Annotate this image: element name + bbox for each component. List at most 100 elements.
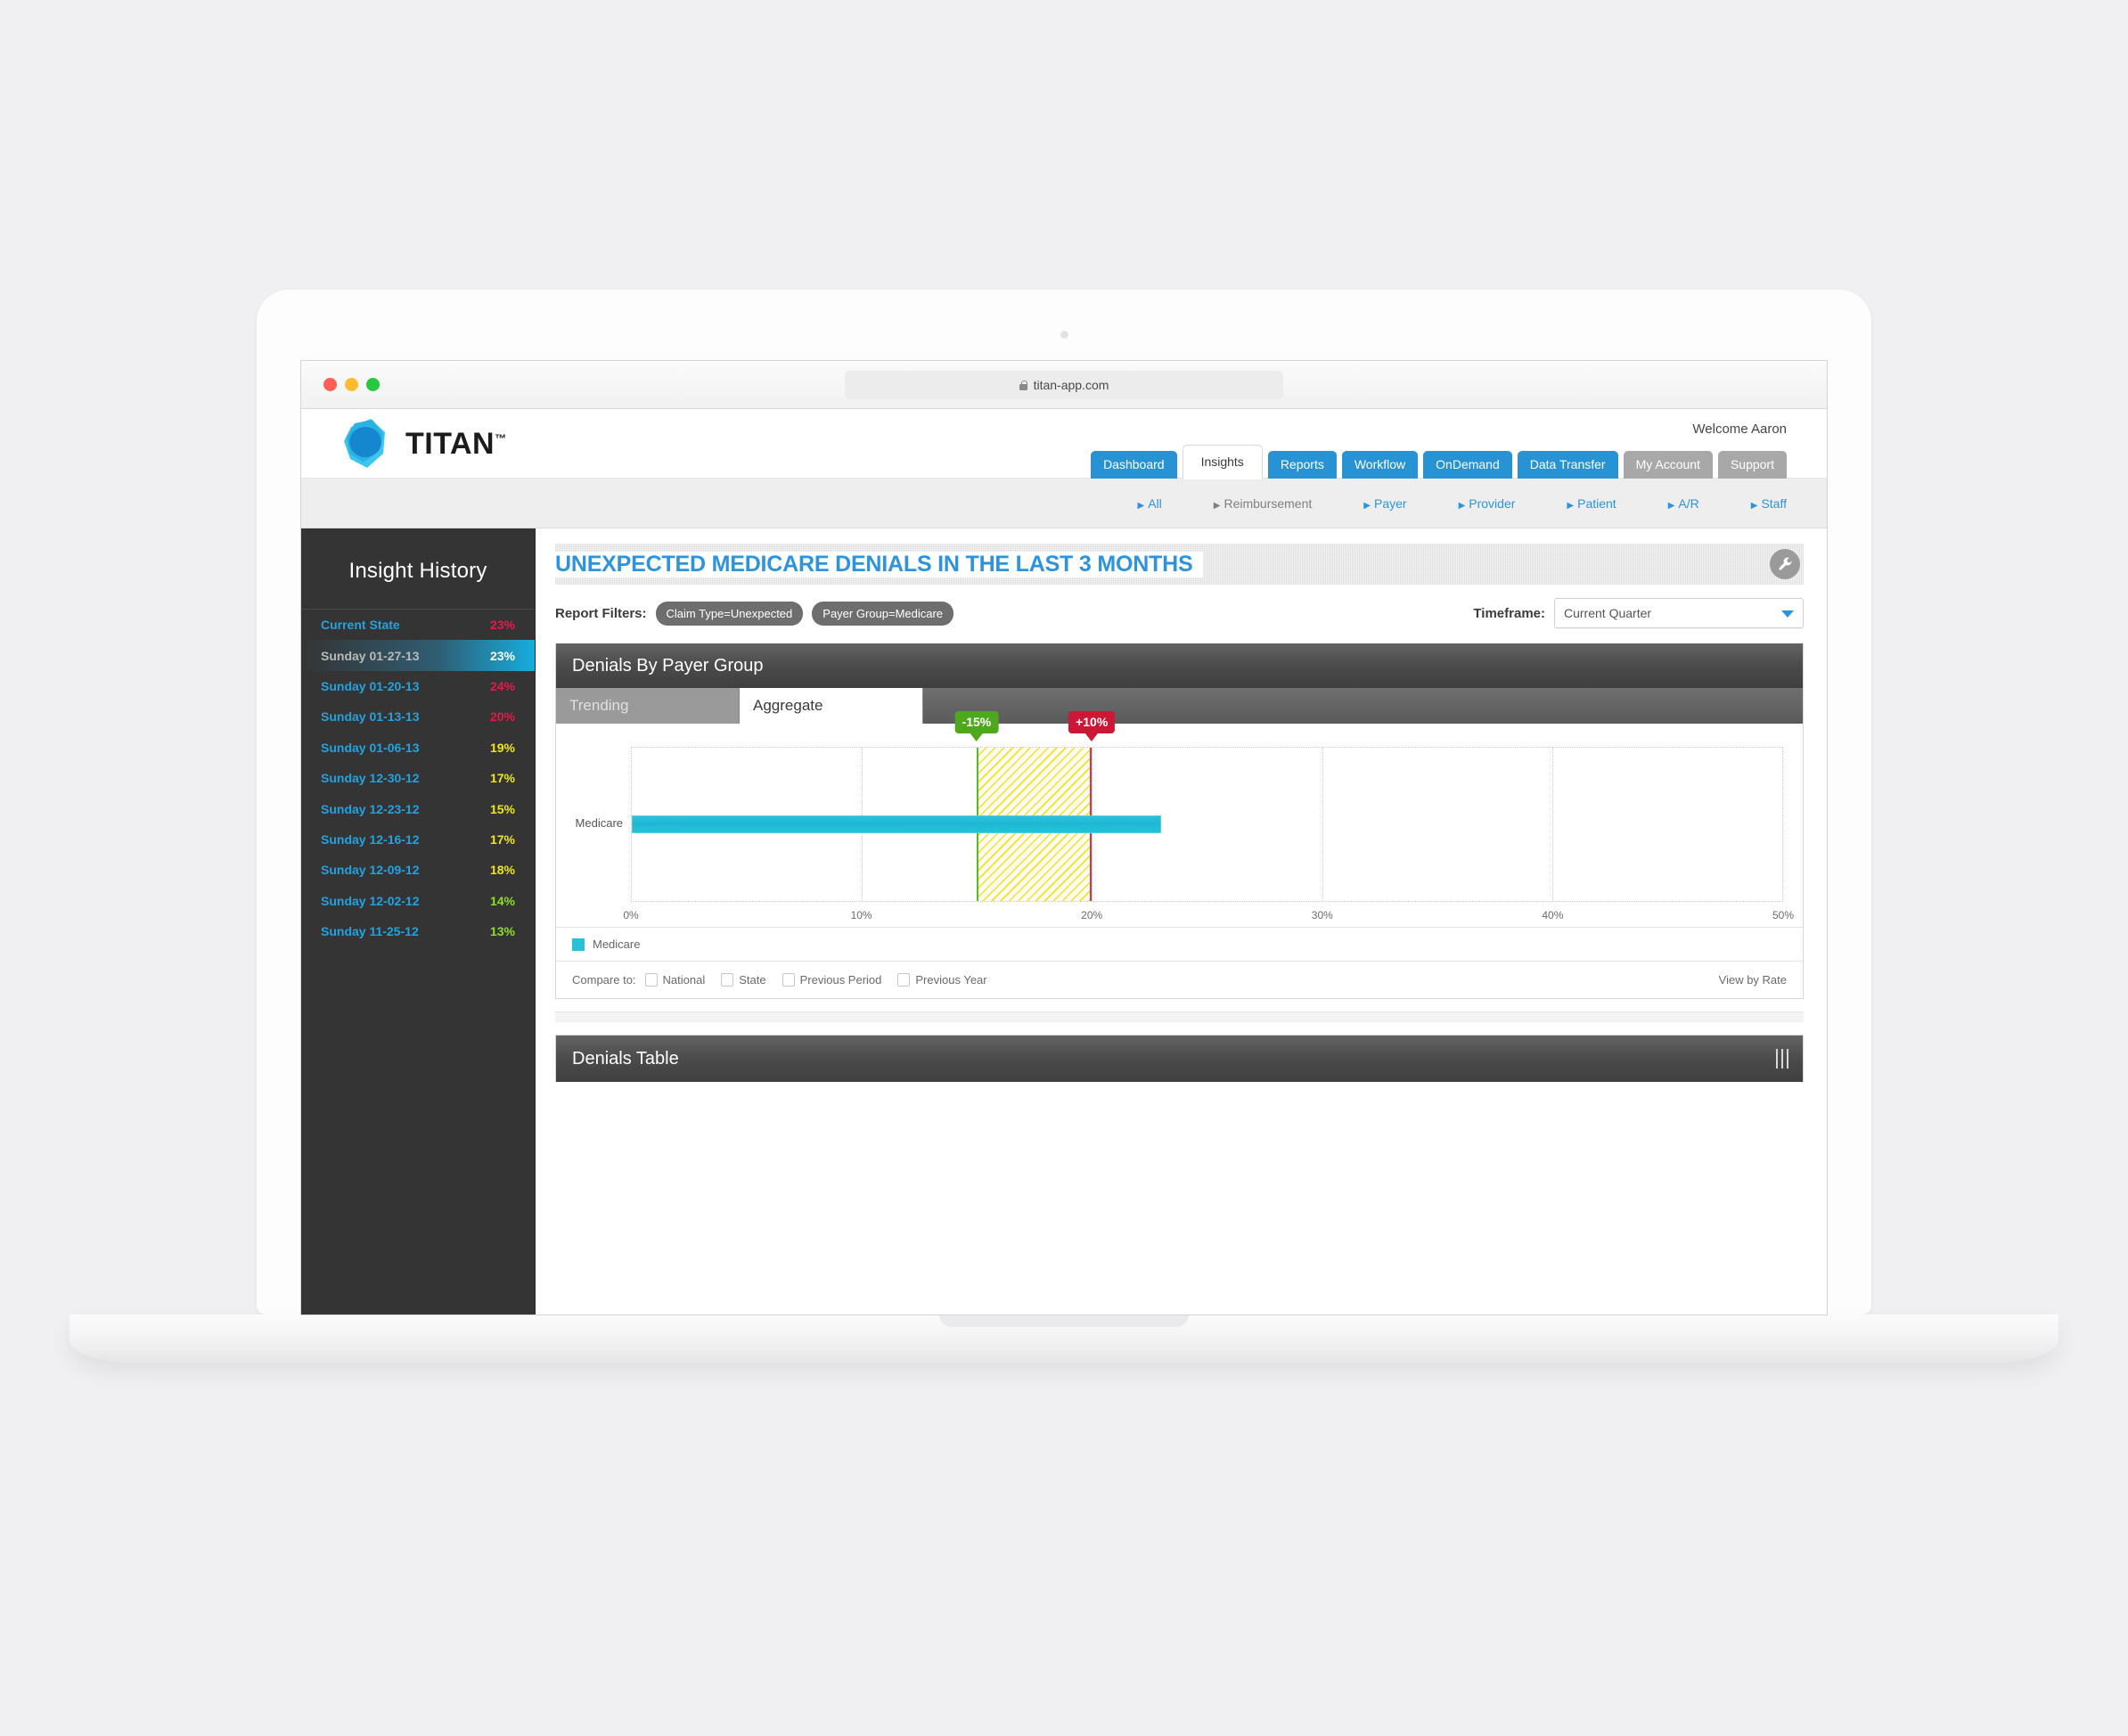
app-page: TITAN™ Welcome Aaron Dashboard Insights … (301, 409, 1827, 1314)
legend-label-medicare: Medicare (593, 938, 641, 951)
legend-swatch-medicare (572, 938, 585, 951)
history-row[interactable]: Sunday 12-09-12 18% (301, 855, 535, 885)
tab-reports[interactable]: Reports (1267, 451, 1337, 479)
tab-support[interactable]: Support (1717, 451, 1787, 479)
panel-separator (555, 1011, 1804, 1022)
maximize-window-button[interactable] (366, 378, 380, 391)
tab-workflow[interactable]: Workflow (1341, 451, 1419, 479)
subnav-item-ar[interactable]: ▶ A/R (1668, 496, 1699, 511)
chart-badge-lower-threshold: -15% (954, 711, 999, 741)
history-row-label: Sunday 01-27-13 (321, 648, 420, 663)
checkbox-previous-period[interactable]: Previous Period (782, 973, 881, 987)
tab-data-transfer[interactable]: Data Transfer (1517, 451, 1618, 479)
checkbox-state[interactable]: State (721, 973, 766, 987)
page-title: UNEXPECTED MEDICARE DENIALS IN THE LAST … (555, 551, 1204, 577)
checkbox-icon[interactable] (897, 973, 911, 987)
checkbox-label: Previous Year (915, 973, 987, 987)
chart-plot-area: Medicare 0% 10% 20% 30% 40% 50% -15% +10% (556, 711, 1803, 927)
report-filters-label: Report Filters: (555, 605, 647, 621)
filter-pill-claim-type[interactable]: Claim Type=Unexpected (655, 601, 804, 626)
compare-to-row: Compare to: National State Previous Peri… (556, 961, 1803, 998)
filter-pill-payer-group[interactable]: Payer Group=Medicare (812, 601, 954, 626)
history-row[interactable]: Current State 23% (301, 610, 535, 640)
chart-legend: Medicare (556, 927, 1803, 961)
app-body: Insight History Current State 23% Sunday 0… (301, 528, 1827, 1314)
tab-aggregate[interactable]: Aggregate (740, 688, 923, 724)
url-text: titan-app.com (1033, 378, 1109, 392)
lock-icon (1019, 380, 1027, 390)
denials-table-panel: Denials Table (555, 1035, 1804, 1082)
checkbox-label: State (739, 973, 766, 987)
checkbox-national[interactable]: National (644, 973, 705, 987)
wrench-icon[interactable] (1770, 549, 1800, 579)
history-row[interactable]: Sunday 12-02-12 14% (301, 886, 535, 916)
history-row-value: 19% (489, 740, 515, 755)
tab-trending[interactable]: Trending (556, 688, 740, 724)
compare-to-label: Compare to: (572, 973, 636, 987)
view-by-rate-link[interactable]: View by Rate (1719, 973, 1787, 987)
logo-text: TITAN (405, 426, 495, 461)
history-row[interactable]: Sunday 12-30-12 17% (301, 763, 535, 793)
table-panel-title: Denials Table (572, 1048, 679, 1069)
sidebar-title: Insight History (301, 528, 535, 610)
history-row[interactable]: Sunday 12-16-12 17% (301, 824, 535, 855)
chart-badge-upper-threshold: +10% (1068, 711, 1116, 741)
history-row[interactable]: Sunday 01-27-13 23% (301, 640, 535, 671)
subnav-label: Payer (1373, 495, 1407, 511)
drag-handle-icon[interactable] (1776, 1049, 1788, 1069)
subnav-item-provider[interactable]: ▶ Provider (1459, 496, 1516, 511)
subnav-label: A/R (1678, 495, 1699, 511)
tab-ondemand[interactable]: OnDemand (1423, 451, 1512, 479)
timeframe-label: Timeframe: (1473, 605, 1545, 621)
history-row-value: 23% (489, 648, 515, 663)
subnav-item-reimbursement[interactable]: ▶ Reimbursement (1214, 496, 1313, 511)
welcome-message: Welcome Aaron (1692, 422, 1787, 437)
history-row[interactable]: Sunday 12-23-12 15% (301, 793, 535, 823)
chart-x-tick-label: 20% (1081, 909, 1103, 921)
history-row[interactable]: Sunday 01-20-13 24% (301, 671, 535, 701)
plot-box: Medicare (576, 747, 1783, 902)
filters-row: Report Filters: Claim Type=Unexpected Pa… (555, 594, 1804, 633)
subnav-item-all[interactable]: ▶ All (1137, 496, 1161, 511)
history-row-label: Sunday 11-25-12 (321, 924, 419, 939)
chart-bar-medicare[interactable] (632, 815, 1161, 833)
history-row[interactable]: Sunday 01-13-13 20% (301, 701, 535, 732)
titan-logo-icon (339, 414, 394, 473)
timeframe-value: Current Quarter (1564, 606, 1652, 620)
history-row-value: 24% (489, 678, 515, 693)
subnav-label: All (1148, 495, 1162, 511)
minimize-window-button[interactable] (345, 378, 358, 391)
close-window-button[interactable] (323, 378, 337, 391)
timeframe-select[interactable]: Current Quarter (1554, 598, 1804, 628)
subnav-label: Staff (1761, 495, 1787, 511)
webcam-dot (1060, 331, 1068, 339)
insight-history-sidebar: Insight History Current State 23% Sunday 0… (301, 528, 536, 1314)
subnav-item-patient[interactable]: ▶ Patient (1567, 496, 1616, 511)
logo-trademark: ™ (495, 431, 507, 446)
subnav-item-staff[interactable]: ▶ Staff (1751, 496, 1787, 511)
history-row-value: 18% (489, 863, 515, 878)
address-bar[interactable]: titan-app.com (845, 371, 1283, 399)
subnav-label: Patient (1577, 495, 1616, 511)
window-controls[interactable] (323, 378, 380, 391)
primary-nav: Dashboard Insights Reports Workflow OnDe… (1091, 445, 1787, 479)
checkbox-icon[interactable] (721, 973, 734, 987)
chevron-right-icon: ▶ (1458, 500, 1466, 511)
history-row-label: Sunday 01-06-13 (321, 740, 420, 755)
history-row[interactable]: Sunday 11-25-12 13% (301, 916, 535, 946)
tab-dashboard[interactable]: Dashboard (1091, 451, 1177, 479)
checkbox-previous-year[interactable]: Previous Year (897, 973, 987, 987)
app-header: TITAN™ Welcome Aaron Dashboard Insights … (301, 409, 1827, 479)
tab-my-account[interactable]: My Account (1623, 451, 1713, 479)
app-logo[interactable]: TITAN™ (339, 414, 507, 473)
tab-insights[interactable]: Insights (1182, 445, 1263, 479)
history-row-label: Sunday 12-02-12 (321, 893, 420, 908)
chart-tabs-filler (923, 688, 1803, 724)
subnav-item-payer[interactable]: ▶ Payer (1363, 496, 1406, 511)
history-row[interactable]: Sunday 01-06-13 19% (301, 733, 535, 763)
checkbox-icon[interactable] (782, 973, 795, 987)
history-row-value: 17% (489, 771, 515, 786)
chevron-right-icon: ▶ (1363, 500, 1371, 511)
checkbox-icon[interactable] (644, 973, 658, 987)
history-row-value: 23% (489, 618, 515, 633)
